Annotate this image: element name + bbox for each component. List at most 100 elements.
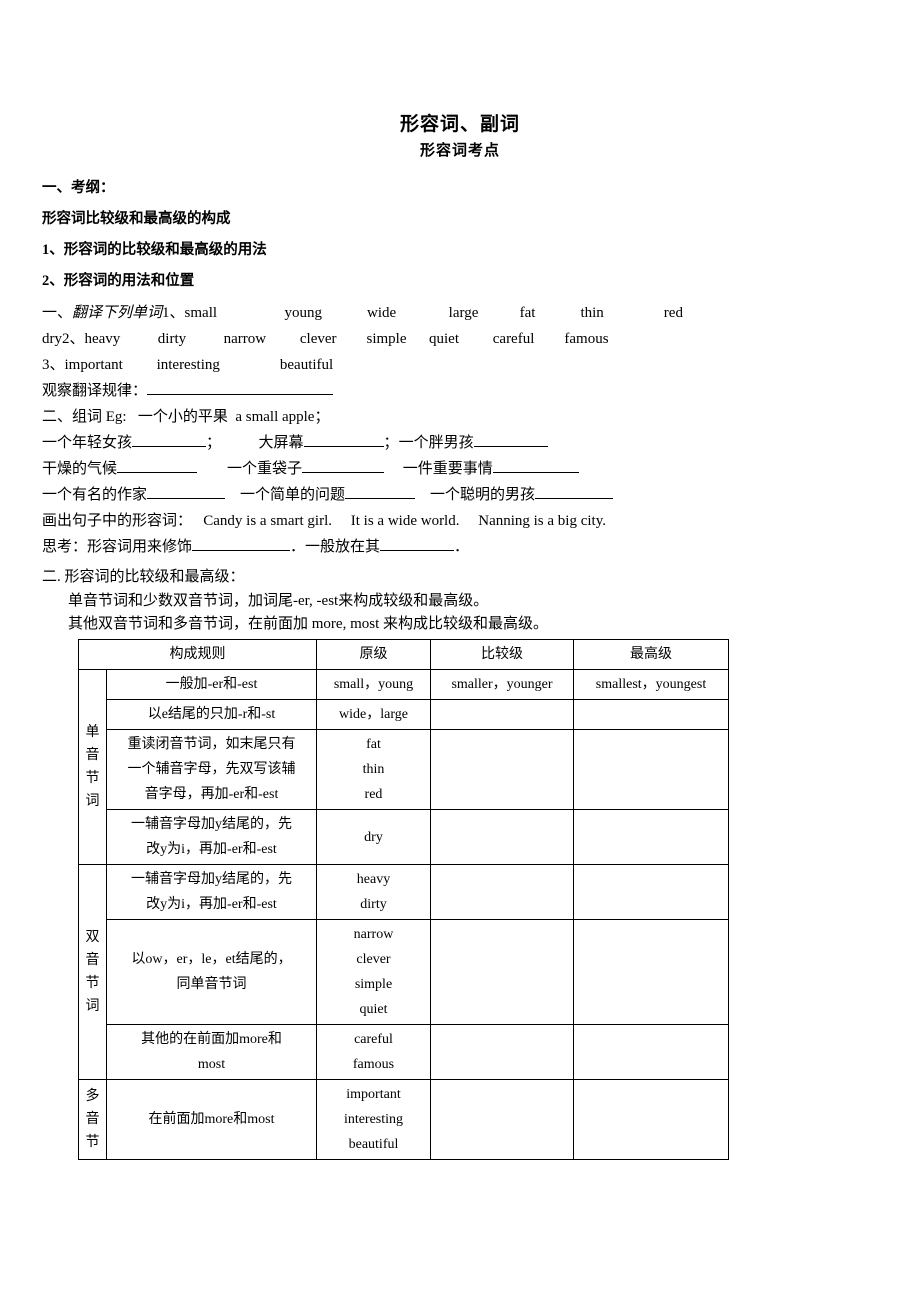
exercise2-line-1: 一个年轻女孩； 大屏幕 ；一个胖男孩 (42, 430, 880, 456)
phrase-clever-boy: 一个聪明的男孩 (430, 487, 536, 503)
phrase-young-girl: 一个年轻女孩 (42, 435, 133, 451)
phrase-fat-boy: 一个胖男孩 (398, 435, 474, 451)
blank-big-screen[interactable] (303, 431, 384, 447)
rule-cell: 一辅音字母加y结尾的，先 改y为i，再加-er和-est (106, 809, 317, 865)
exercise1-label-italic: 翻译下列单词 (72, 305, 163, 321)
section2-heading: 二. 形容词的比较级和最高级： (42, 569, 245, 585)
exercise1-words-1: 1、small young wide large fat thin red (162, 305, 683, 321)
original-cell: fat thin red (316, 729, 431, 810)
underline-prompt: 画出句子中的形容词： (42, 513, 193, 529)
phrase-simple-question: 一个简单的问题 (240, 487, 346, 503)
original-cell: small，young (316, 669, 431, 700)
comparative-cell (430, 729, 574, 810)
superlative-cell (573, 1024, 729, 1080)
document-page: 形容词、副词 形容词考点 一、考纲： 形容词比较级和最高级的构成 1、形容词的比… (0, 0, 920, 1302)
rule-cell: 一般加-er和-est (106, 669, 317, 700)
think-prefix: 思考：形容词用来修饰 (42, 539, 193, 555)
phrase-important-thing: 一件重要事情 (402, 461, 493, 477)
page-subtitle: 形容词考点 (419, 143, 500, 159)
original-cell: heavy dirty (316, 864, 431, 920)
comparative-cell (430, 699, 574, 730)
phrase-famous-writer: 一个有名的作家 (42, 487, 148, 503)
group-label-disyllable: 双音节词 (78, 864, 107, 1080)
superlative-cell (573, 809, 729, 865)
blank-think-position[interactable] (380, 535, 455, 551)
sentence-2: It is a wide world. (350, 513, 460, 529)
superlative-cell (573, 699, 729, 730)
comparative-cell (430, 809, 574, 865)
original-cell: important interesting beautiful (316, 1079, 431, 1160)
exercise1-line-3: 3、important interesting beautiful (42, 357, 334, 373)
section2-rule-1: 单音节词和少数双音节词，加词尾-er, -est来构成较级和最高级。 (68, 593, 489, 609)
document-body: 一、考纲： 形容词比较级和最高级的构成 1、形容词的比较级和最高级的用法 2、形… (0, 180, 920, 1160)
superlative-cell (573, 864, 729, 920)
exercise1-label-prefix: 一、 (42, 305, 73, 321)
superlative-cell (573, 729, 729, 810)
heading-outline: 一、考纲： (42, 180, 115, 196)
rule-cell: 以ow，er，le，et结尾的， 同单音节词 (106, 919, 317, 1025)
blank-heavy-bag[interactable] (302, 457, 385, 473)
group-label-monosyllable: 单音节词 (78, 669, 107, 865)
adjective-grades-table: 构成规则 原级 比较级 最高级 单音节词 一般加-er和-est small，y… (78, 639, 729, 1160)
blank-think-modifies[interactable] (192, 535, 291, 551)
heading-formation: 形容词比较级和最高级的构成 (42, 211, 231, 227)
table-header-row: 构成规则 原级 比较级 最高级 (78, 639, 729, 670)
group-label-polysyllable: 多音节 (78, 1079, 107, 1160)
heading-point-1: 1、形容词的比较级和最高级的用法 (42, 242, 267, 258)
comparative-cell (430, 919, 574, 1025)
exercise2-underline-sentences: 画出句子中的形容词： Candy is a smart girl. It is … (42, 508, 880, 534)
exercise1-line-2: dry2、heavy dirty narrow clever simple qu… (42, 331, 609, 347)
superlative-cell: smallest，youngest (573, 669, 729, 700)
table-row: 以ow，er，le，et结尾的， 同单音节词 narrow clever sim… (79, 919, 729, 1025)
superlative-cell (573, 1079, 729, 1160)
rule-cell: 以e结尾的只加-r和-st (106, 699, 317, 730)
exercise2-line-2: 干燥的气候 一个重袋子 一件重要事情 (42, 456, 880, 482)
rule-cell: 在前面加more和most (106, 1079, 317, 1160)
exercise1-line-1: 一、翻译下列单词1、small young wide large fat thi… (42, 300, 880, 326)
comparative-cell (430, 1079, 574, 1160)
section2-rule-2: 其他双音节词和多音节词，在前面加 more, most 来构成比较级和最高级。 (68, 616, 548, 632)
exercise1-rule-prompt: 观察翻译规律： (42, 383, 148, 399)
header-original: 原级 (316, 639, 431, 670)
sep-1a: ； (206, 435, 222, 451)
blank-famous-writer[interactable] (147, 483, 226, 499)
exercise2-think-line: 思考：形容词用来修饰 ．一般放在其 ． (42, 534, 880, 560)
exercise2-line-3: 一个有名的作家 一个简单的问题 一个聪明的男孩 (42, 482, 880, 508)
blank-rule-observation[interactable] (147, 379, 334, 395)
comparative-cell (430, 864, 574, 920)
comparative-cell: smaller，younger (430, 669, 574, 700)
heading-point-2: 2、形容词的用法和位置 (42, 273, 195, 289)
phrase-heavy-bag: 一个重袋子 (227, 461, 303, 477)
page-title: 形容词、副词 (399, 114, 520, 135)
rule-cell: 一辅音字母加y结尾的，先 改y为i，再加-er和-est (106, 864, 317, 920)
header-rule: 构成规则 (78, 639, 317, 670)
phrase-big-screen: 大屏幕 (258, 435, 304, 451)
original-cell: wide，large (316, 699, 431, 730)
table-row: 多音节 在前面加more和most important interesting … (78, 1079, 729, 1160)
rule-cell: 重读闭音节词，如末尾只有 一个辅音字母，先双写该辅 音字母，再加-er和-est (106, 729, 317, 810)
original-cell: narrow clever simple quiet (316, 919, 431, 1025)
rule-cell: 其他的在前面加more和 most (106, 1024, 317, 1080)
table-row: 重读闭音节词，如末尾只有 一个辅音字母，先双写该辅 音字母，再加-er和-est… (79, 729, 729, 810)
blank-clever-boy[interactable] (535, 483, 614, 499)
blank-simple-question[interactable] (345, 483, 416, 499)
table-row: 其他的在前面加more和 most careful famous (79, 1024, 729, 1080)
think-suffix: ． (454, 539, 470, 555)
comparative-cell (430, 1024, 574, 1080)
header-superlative: 最高级 (573, 639, 729, 670)
table-row: 以e结尾的只加-r和-st wide，large (79, 699, 729, 730)
sentence-3: Nanning is a big city. (478, 513, 606, 529)
phrase-dry-climate: 干燥的气候 (42, 461, 118, 477)
table-row: 双音节词 一辅音字母加y结尾的，先 改y为i，再加-er和-est heavy … (78, 864, 729, 1080)
superlative-cell (573, 919, 729, 1025)
blank-important-thing[interactable] (492, 457, 579, 473)
table-row: 一辅音字母加y结尾的，先 改y为i，再加-er和-est dry (79, 809, 729, 865)
sentence-1: Candy is a smart girl. (203, 513, 332, 529)
exercise2-intro: 二、组词 Eg: 一个小的平果 a small apple； (42, 409, 330, 425)
original-cell: dry (316, 809, 431, 865)
sep-1b: ； (383, 435, 399, 451)
blank-dry-climate[interactable] (117, 457, 198, 473)
header-comparative: 比较级 (430, 639, 574, 670)
blank-fat-boy[interactable] (473, 431, 548, 447)
blank-young-girl[interactable] (132, 431, 207, 447)
